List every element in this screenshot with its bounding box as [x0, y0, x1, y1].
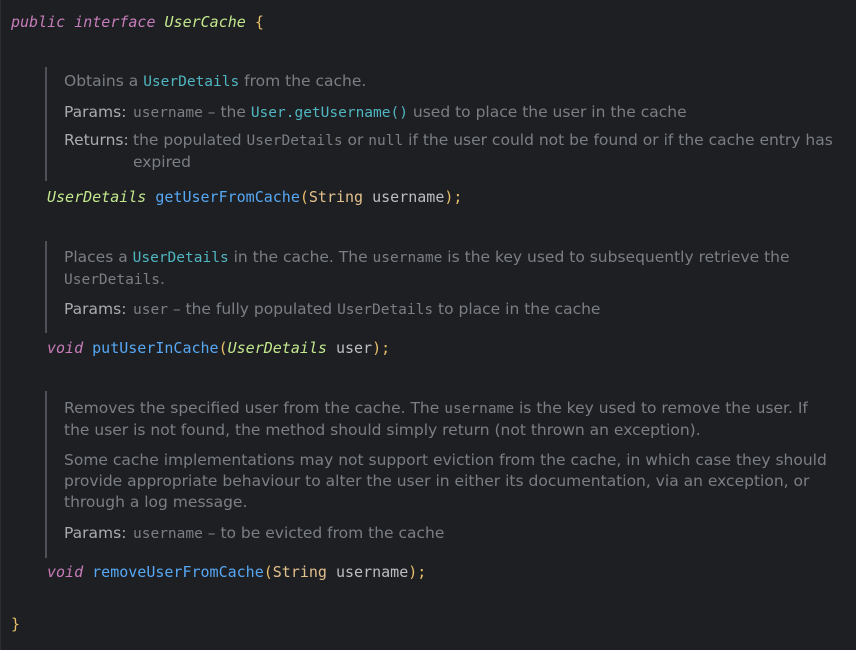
- doc-params-tag: Params:: [64, 103, 127, 121]
- method-put-user-in-cache[interactable]: void putUserInCache(UserDetails user);: [47, 338, 390, 358]
- javadoc-put-user-in-cache: Places a UserDetails in the cache. The u…: [45, 241, 834, 333]
- param-type[interactable]: String: [309, 188, 363, 206]
- open-brace: {: [254, 13, 264, 31]
- param-type[interactable]: String: [273, 563, 327, 581]
- doc-description: Places a UserDetails in the cache. The u…: [64, 248, 790, 288]
- param-name[interactable]: username: [336, 563, 408, 581]
- doc-returns-tag: Returns:: [64, 131, 129, 149]
- doc-link-get-username[interactable]: User.getUsername(): [251, 105, 408, 121]
- doc-description: Obtains a UserDetails from the cache.: [64, 72, 367, 90]
- param-name[interactable]: user: [336, 339, 372, 357]
- interface-declaration[interactable]: public interface UserCache {: [11, 12, 264, 32]
- doc-params-tag: Params:: [64, 300, 127, 318]
- doc-description: Removes the specified user from the cach…: [64, 399, 808, 439]
- doc-description-2: Some cache implementations may not suppo…: [64, 451, 827, 511]
- close-brace: }: [11, 615, 21, 633]
- interface-name[interactable]: UserCache: [165, 13, 246, 31]
- param-type[interactable]: UserDetails: [228, 339, 327, 357]
- doc-link-userdetails[interactable]: UserDetails: [143, 74, 239, 90]
- method-name[interactable]: putUserInCache: [92, 339, 218, 357]
- return-type: void: [47, 339, 84, 357]
- method-name[interactable]: getUserFromCache: [155, 188, 300, 206]
- doc-params-row: Params: username – to be evicted from th…: [64, 523, 834, 545]
- method-remove-user-from-cache[interactable]: void removeUserFromCache(String username…: [47, 562, 426, 582]
- method-name[interactable]: removeUserFromCache: [92, 563, 264, 581]
- doc-params-row: Params: username – the User.getUsername(…: [64, 102, 834, 124]
- keyword-public: public: [11, 13, 66, 31]
- doc-params-row: Params: user – the fully populated UserD…: [64, 299, 834, 321]
- keyword-interface: interface: [74, 13, 156, 31]
- doc-returns-row: Returns: the populated UserDetails or nu…: [64, 131, 833, 171]
- javadoc-remove-user-from-cache: Removes the specified user from the cach…: [45, 391, 834, 558]
- doc-link-userdetails[interactable]: UserDetails: [133, 250, 229, 266]
- return-type: void: [47, 563, 84, 581]
- doc-params-tag: Params:: [64, 524, 127, 542]
- return-type[interactable]: UserDetails: [47, 188, 146, 206]
- editor-gutter-edge: [0, 0, 1, 650]
- param-name[interactable]: username: [372, 188, 444, 206]
- javadoc-get-user-from-cache: Obtains a UserDetails from the cache. Pa…: [45, 67, 834, 181]
- method-get-user-from-cache[interactable]: UserDetails getUserFromCache(String user…: [47, 187, 462, 207]
